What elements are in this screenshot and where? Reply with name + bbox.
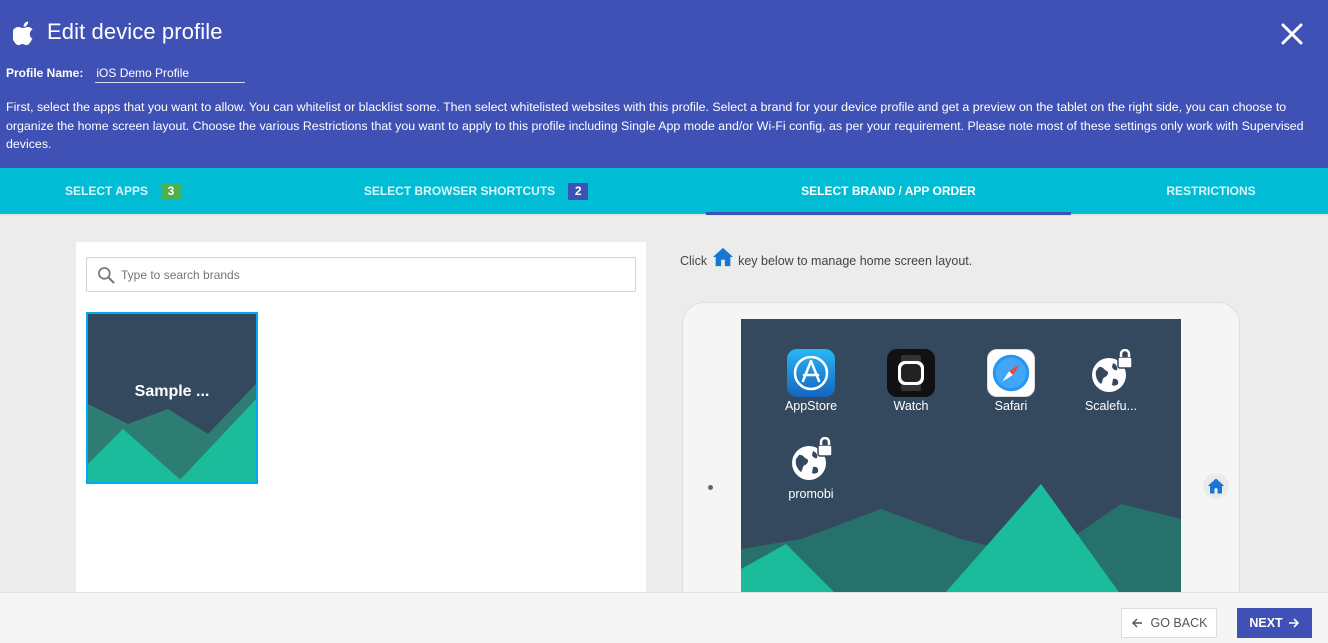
next-label: NEXT bbox=[1249, 616, 1283, 630]
tab-restrictions[interactable]: RESTRICTIONS bbox=[1071, 168, 1328, 214]
brand-search bbox=[86, 257, 636, 292]
app-safari[interactable]: Safari bbox=[971, 349, 1051, 413]
search-icon bbox=[98, 267, 115, 284]
home-layout-hint: Click key below to manage home screen la… bbox=[680, 246, 972, 268]
go-back-label: GO BACK bbox=[1150, 616, 1208, 630]
apps-count-badge: 3 bbox=[160, 182, 181, 200]
app-label: Scalefu... bbox=[1084, 399, 1138, 413]
tab-label: SELECT APPS bbox=[65, 184, 148, 198]
arrow-right-icon bbox=[1288, 618, 1299, 628]
footer: GO BACK NEXT bbox=[0, 592, 1328, 643]
brand-tile[interactable]: Sample ... bbox=[86, 312, 258, 484]
tab-select-apps[interactable]: SELECT APPS 3 bbox=[0, 168, 246, 214]
profile-name-label: Profile Name: bbox=[6, 66, 84, 80]
shortcuts-count-badge: 2 bbox=[568, 182, 589, 200]
next-button[interactable]: NEXT bbox=[1237, 608, 1312, 638]
brand-search-input[interactable] bbox=[121, 258, 621, 291]
profile-name-row: Profile Name: iOS Demo Profile bbox=[6, 66, 246, 83]
tab-label: RESTRICTIONS bbox=[1166, 184, 1256, 198]
home-button[interactable] bbox=[1203, 473, 1229, 499]
watch-icon bbox=[887, 349, 935, 397]
app-appstore[interactable]: AppStore bbox=[771, 349, 851, 413]
appstore-icon bbox=[787, 349, 835, 397]
tab-bar: SELECT APPS 3 SELECT BROWSER SHORTCUTS 2… bbox=[0, 168, 1328, 216]
tab-label: SELECT BRAND / APP ORDER bbox=[801, 184, 976, 198]
home-icon bbox=[713, 247, 734, 267]
hint-text-after: key below to manage home screen layout. bbox=[738, 254, 973, 268]
arrow-left-icon bbox=[1131, 618, 1142, 628]
page-title: Edit device profile bbox=[47, 19, 223, 44]
brand-name: Sample ... bbox=[134, 383, 210, 400]
home-icon bbox=[1207, 478, 1225, 494]
app-label: Safari bbox=[994, 399, 1028, 413]
header: Edit device profile Profile Name: iOS De… bbox=[0, 0, 1328, 168]
globe-lock-icon bbox=[787, 436, 835, 485]
globe-lock-icon bbox=[1087, 348, 1135, 397]
go-back-button[interactable]: GO BACK bbox=[1121, 608, 1217, 638]
app-label: Watch bbox=[893, 399, 929, 413]
close-icon[interactable] bbox=[1280, 22, 1304, 46]
safari-icon bbox=[987, 349, 1035, 397]
tablet-screen: AppStore Watch Safari Scalefu... promobi bbox=[741, 319, 1181, 609]
profile-name-field[interactable]: iOS Demo Profile bbox=[95, 66, 246, 83]
tab-label: SELECT BROWSER SHORTCUTS bbox=[363, 184, 556, 198]
app-promobi[interactable]: promobi bbox=[771, 436, 851, 501]
app-label: promobi bbox=[788, 487, 834, 501]
tab-select-browser-shortcuts[interactable]: SELECT BROWSER SHORTCUTS 2 bbox=[246, 168, 706, 214]
hint-text-before: Click bbox=[680, 254, 708, 268]
app-watch[interactable]: Watch bbox=[871, 349, 951, 413]
active-tab-indicator bbox=[706, 212, 1071, 215]
apple-icon bbox=[13, 21, 34, 46]
tab-select-brand-app-order[interactable]: SELECT BRAND / APP ORDER bbox=[706, 168, 1071, 214]
app-label: AppStore bbox=[784, 399, 838, 413]
camera-dot bbox=[708, 485, 713, 490]
page-description: First, select the apps that you want to … bbox=[6, 100, 1304, 151]
app-scalefusion[interactable]: Scalefu... bbox=[1071, 348, 1151, 413]
brand-panel: Sample ... bbox=[76, 242, 646, 597]
